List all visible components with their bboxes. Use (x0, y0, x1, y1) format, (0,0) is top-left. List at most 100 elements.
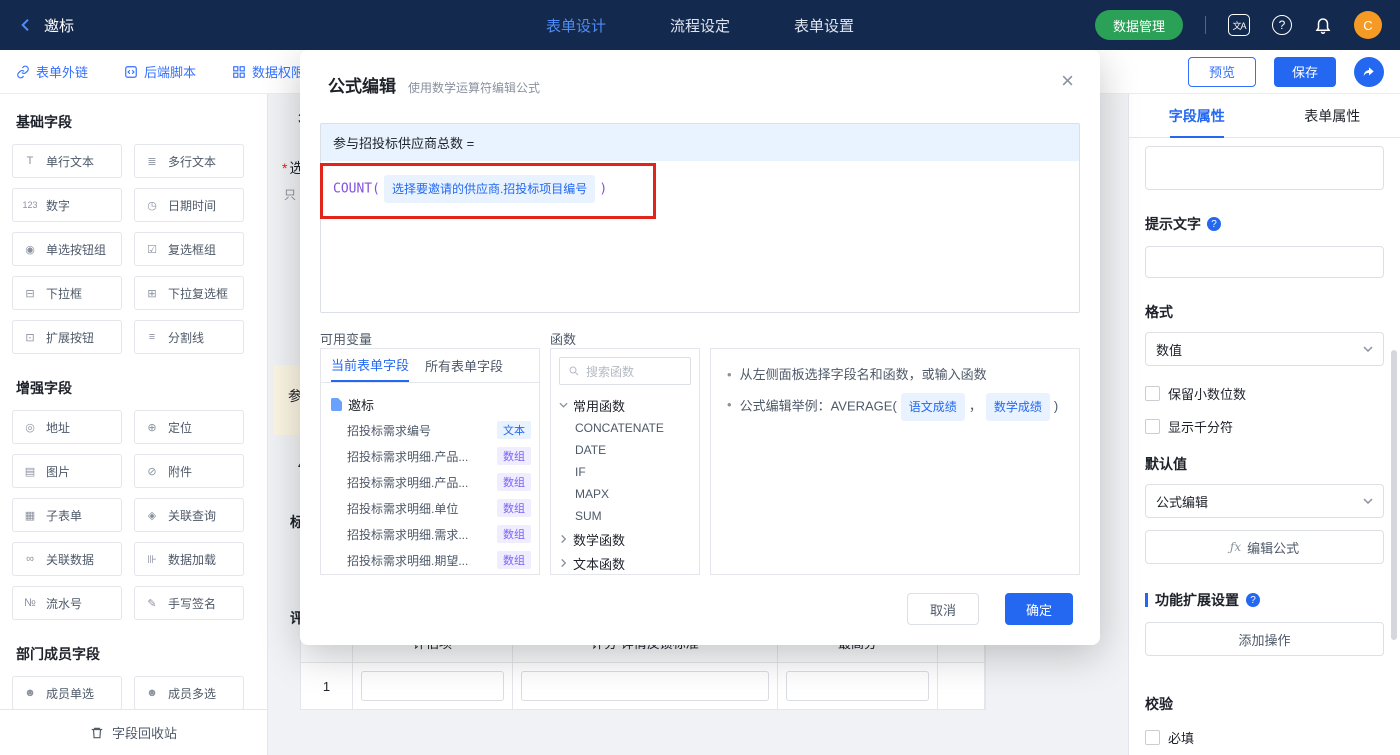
formula-expression[interactable]: COUNT(选择要邀请的供应商.招投标项目编号) (321, 161, 1079, 217)
field-type-member-single[interactable]: ☻ 成员单选 (12, 676, 122, 710)
formula-editor[interactable]: 参与招投标供应商总数 = COUNT(选择要邀请的供应商.招投标项目编号) (320, 123, 1080, 313)
eval-item-input[interactable] (361, 671, 504, 701)
field-type-member-multi[interactable]: ☻ 成员多选 (134, 676, 244, 710)
add-action-button[interactable]: 添加操作 (1145, 622, 1384, 656)
field-type-linked-data[interactable]: ∞ 关联数据 (12, 542, 122, 576)
variable-item[interactable]: 招投标需求明细.产品... 数组 (321, 469, 539, 495)
field-type-address[interactable]: ◎ 地址 (12, 410, 122, 444)
field-type-radio-group[interactable]: ◉ 单选按钮组 (12, 232, 122, 266)
type-tag-array: 数组 (497, 551, 531, 569)
field-type-datetime[interactable]: ◷ 日期时间 (134, 188, 244, 222)
external-link-item[interactable]: 表单外链 (16, 62, 88, 81)
format-select[interactable]: 数值 (1145, 332, 1384, 366)
tab-field-properties[interactable]: 字段属性 (1129, 94, 1265, 138)
function-item[interactable]: MAPX (551, 483, 699, 505)
linked-data-icon: ∞ (26, 553, 34, 565)
function-search-input[interactable]: 搜索函数 (559, 357, 691, 385)
default-value-label: 默认值 (1145, 456, 1187, 472)
table-row: 1 (301, 663, 985, 709)
preview-button[interactable]: 预览 (1187, 56, 1256, 87)
notification-bell-icon[interactable] (1314, 16, 1332, 34)
score-standard-input[interactable] (521, 671, 769, 701)
tab-form-design[interactable]: 表单设计 (546, 15, 606, 36)
field-type-extend-button[interactable]: ⊡ 扩展按钮 (12, 320, 122, 354)
extension-help-icon[interactable]: ? (1246, 593, 1260, 607)
tab-form-properties[interactable]: 表单属性 (1265, 94, 1400, 137)
thousand-separator-checkbox[interactable] (1145, 419, 1160, 434)
variable-item[interactable]: 招投标需求明细.产品... 数组 (321, 443, 539, 469)
required-option[interactable]: 必填 (1145, 728, 1384, 747)
field-type-image[interactable]: ▤ 图片 (12, 454, 122, 488)
field-type-attachment[interactable]: ⊘ 附件 (134, 454, 244, 488)
keep-decimals-checkbox[interactable] (1145, 386, 1160, 401)
field-title-input[interactable] (1145, 146, 1384, 190)
save-button[interactable]: 保存 (1273, 56, 1336, 87)
external-link-label: 表单外链 (36, 65, 89, 80)
multi-dropdown-icon: ⊞ (147, 287, 157, 300)
field-type-linked-query[interactable]: ◈ 关联查询 (134, 498, 244, 532)
field-type-divider[interactable]: ≡ 分割线 (134, 320, 244, 354)
tab-all-form-fields[interactable]: 所有表单字段 (425, 349, 503, 382)
tab-current-form-fields[interactable]: 当前表单字段 (331, 349, 410, 382)
extension-settings-header: 功能扩展设置 ? (1145, 590, 1384, 610)
function-item[interactable]: IF (551, 461, 699, 483)
app-window: 邀标 表单设计 流程设定 表单设置 数据管理 文A ? C 表单外链 后端脚本 … (0, 0, 1400, 755)
field-type-dropdown[interactable]: ⊟ 下拉框 (12, 276, 122, 310)
field-type-multi-line-text[interactable]: ≣ 多行文本 (134, 144, 244, 178)
variable-item[interactable]: 招投标需求编号 文本 (321, 417, 539, 443)
max-score-input[interactable] (786, 671, 929, 701)
field-type-data-load[interactable]: ⊪ 数据加载 (134, 542, 244, 576)
function-group-math[interactable]: 数学函数 (551, 527, 699, 551)
confirm-button[interactable]: 确定 (1005, 593, 1073, 625)
variable-item[interactable]: 招投标需求明细.期望... 数组 (321, 547, 539, 573)
field-type-checkbox-group[interactable]: ☑ 复选框组 (134, 232, 244, 266)
share-button[interactable] (1354, 56, 1384, 87)
field-type-multi-dropdown[interactable]: ⊞ 下拉复选框 (134, 276, 244, 310)
function-group-common[interactable]: 常用函数 (551, 393, 699, 417)
formula-edit-modal: 公式编辑 使用数学运算符编辑公式 × 参与招投标供应商总数 = COUNT(选择… (300, 50, 1100, 645)
default-value-select[interactable]: 公式编辑 (1145, 484, 1384, 518)
type-tag-array: 数组 (497, 499, 531, 517)
field-type-number[interactable]: 123 数字 (12, 188, 122, 222)
required-checkbox[interactable] (1145, 730, 1160, 745)
field-type-single-line-text[interactable]: T 单行文本 (12, 144, 122, 178)
function-item[interactable]: SUM (551, 505, 699, 527)
validation-label: 校验 (1145, 696, 1173, 712)
field-type-signature[interactable]: ✎ 手写签名 (134, 586, 244, 620)
hint-help-icon[interactable]: ? (1207, 217, 1221, 231)
field-type-serial-number[interactable]: № 流水号 (12, 586, 122, 620)
chevron-right-icon (561, 534, 567, 544)
variables-panel: 当前表单字段 所有表单字段 邀标 招投标需求编号 文本 招投标需求明细.产品...… (320, 348, 540, 575)
function-item[interactable]: CONCATENATE (551, 417, 699, 439)
variable-chip[interactable]: 选择要邀请的供应商.招投标项目编号 (383, 175, 596, 203)
function-group-text[interactable]: 文本函数 (551, 551, 699, 574)
edit-formula-button[interactable]: ƒx 编辑公式 (1145, 530, 1384, 564)
search-icon (568, 365, 580, 377)
close-icon[interactable]: × (1061, 70, 1074, 92)
language-icon[interactable]: 文A (1228, 14, 1250, 36)
backend-script-item[interactable]: 后端脚本 (124, 62, 196, 81)
hint-text-input[interactable] (1145, 246, 1384, 278)
scrollbar[interactable] (1391, 350, 1397, 640)
multi-line-text-icon: ≣ (147, 155, 157, 168)
formula-help-panel: • 从左侧面板选择字段名和函数，或输入函数 • 公式编辑举例：AVERAGE(语… (710, 348, 1080, 575)
data-manage-button[interactable]: 数据管理 (1094, 10, 1183, 40)
data-permission-item[interactable]: 数据权限 (232, 62, 304, 81)
thousand-separator-option[interactable]: 显示千分符 (1145, 417, 1384, 436)
keep-decimals-option[interactable]: 保留小数位数 (1145, 384, 1384, 403)
tab-form-setting[interactable]: 表单设置 (794, 15, 854, 36)
form-root-node[interactable]: 邀标 (321, 391, 539, 417)
field-recycle-bin[interactable]: 字段回收站 (0, 709, 267, 755)
avatar[interactable]: C (1354, 11, 1382, 39)
back-icon[interactable] (18, 17, 34, 33)
variable-item[interactable]: 招投标需求明细.需求... 数组 (321, 521, 539, 547)
subform-icon: ▦ (24, 509, 36, 522)
tab-flow-setting[interactable]: 流程设定 (670, 15, 730, 36)
function-item[interactable]: DATE (551, 439, 699, 461)
cancel-button[interactable]: 取消 (907, 593, 979, 625)
field-type-location[interactable]: ⊕ 定位 (134, 410, 244, 444)
properties-panel: 字段属性 表单属性 提示文字 ? 格式 数值 保留小数位数 显示千分符 默认值 … (1128, 94, 1400, 755)
help-icon[interactable]: ? (1272, 15, 1292, 35)
field-type-subform[interactable]: ▦ 子表单 (12, 498, 122, 532)
variable-item[interactable]: 招投标需求明细.单位 数组 (321, 495, 539, 521)
